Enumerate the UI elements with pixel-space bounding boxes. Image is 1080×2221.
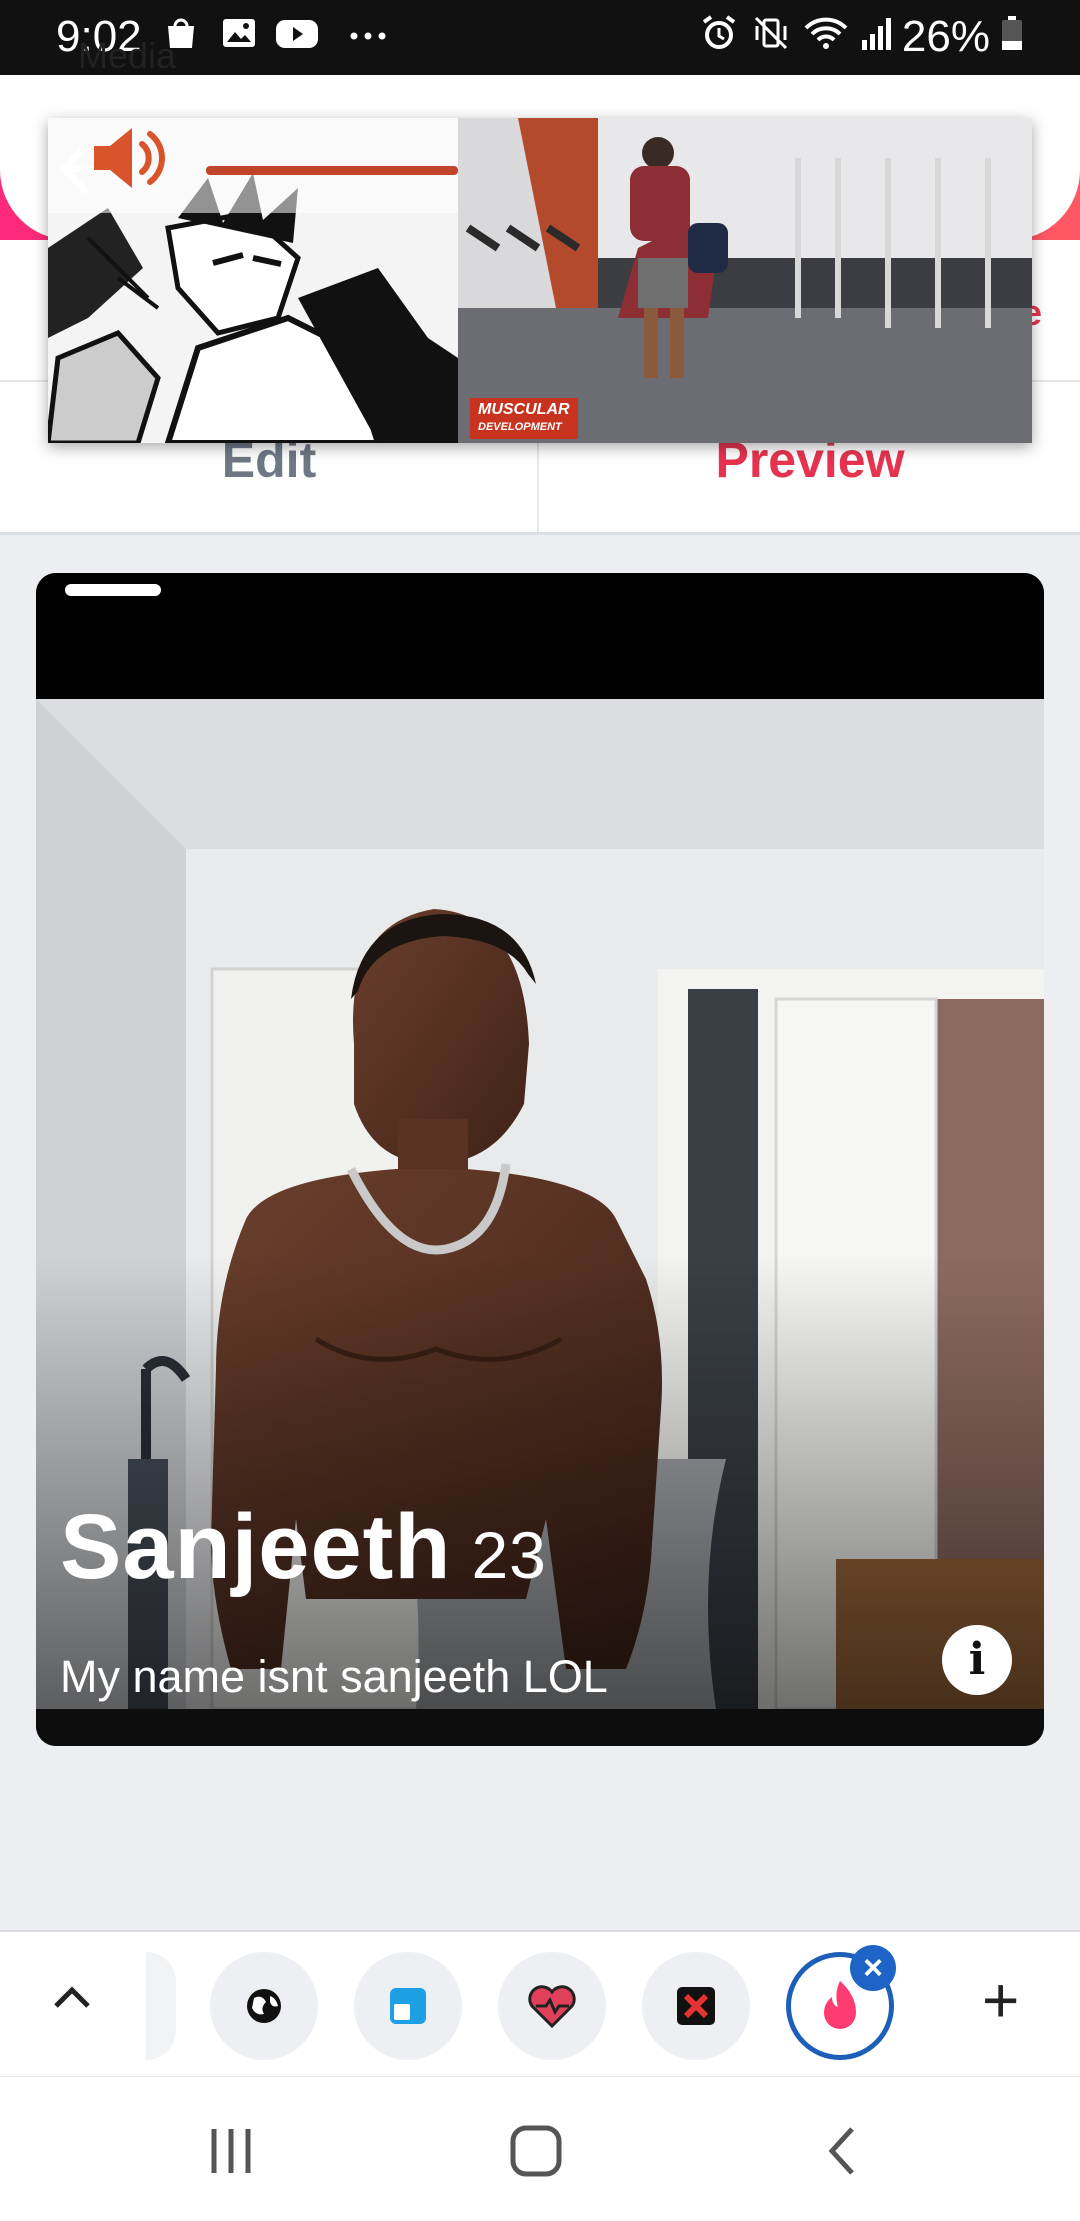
info-icon[interactable]: i: [942, 1625, 1012, 1695]
app-tray: +: [0, 1930, 1080, 2078]
gym-video-thumbnail: MUSCULAR DEVELOPMENT: [458, 118, 1032, 443]
back-icon[interactable]: [822, 2123, 862, 2179]
profile-age: 23: [471, 1518, 547, 1592]
more-dots-icon: [350, 32, 386, 40]
image-icon: [223, 19, 255, 47]
tray-app-blue[interactable]: [354, 1952, 462, 2060]
earth-app-icon: [247, 1989, 281, 2023]
gym-channel-logo: MUSCULAR DEVELOPMENT: [470, 398, 578, 439]
page-title: Media: [78, 35, 177, 76]
tray-partial-item: [146, 1952, 176, 2060]
card-top-bar: [36, 573, 1044, 699]
close-icon[interactable]: ×: [850, 1945, 896, 1991]
speaker-icon[interactable]: [84, 118, 174, 198]
tray-app-earth[interactable]: [210, 1952, 318, 2060]
heart-app-icon: [528, 1985, 576, 2029]
home-icon[interactable]: [508, 2123, 564, 2179]
chevron-up-icon[interactable]: [50, 1982, 94, 2012]
profile-card[interactable]: Sanjeeth 23 My name isnt sanjeeth LOL i: [36, 573, 1044, 1746]
profile-name: Sanjeeth: [60, 1496, 452, 1598]
alarm-icon: [702, 15, 736, 49]
system-navigation-bar: [0, 2076, 1080, 2221]
media-progress-bar[interactable]: [206, 166, 458, 175]
recent-apps-icon[interactable]: [206, 2123, 256, 2179]
profile-bio: My name isnt sanjeeth LOL: [60, 1651, 608, 1702]
profile-name-line: Sanjeeth 23: [60, 1495, 547, 1600]
battery-icon: [1002, 16, 1022, 50]
tray-app-x[interactable]: [642, 1952, 750, 2060]
blue-app-icon: [390, 1988, 426, 2024]
add-icon[interactable]: +: [982, 1968, 1019, 2032]
youtube-icon: [276, 20, 318, 48]
tray-app-heart[interactable]: [498, 1952, 606, 2060]
signal-icon: [862, 18, 891, 50]
vibrate-mute-icon: [754, 16, 788, 50]
x-app-icon: [677, 1987, 715, 2025]
card-bottom-strip: [36, 1709, 1044, 1746]
photo-indicator: [65, 584, 161, 596]
wifi-icon: [804, 17, 848, 49]
divider: [0, 532, 1080, 535]
media-player-overlay[interactable]: MUSCULAR DEVELOPMENT: [48, 118, 1032, 443]
battery-percent: 26%: [901, 12, 990, 61]
